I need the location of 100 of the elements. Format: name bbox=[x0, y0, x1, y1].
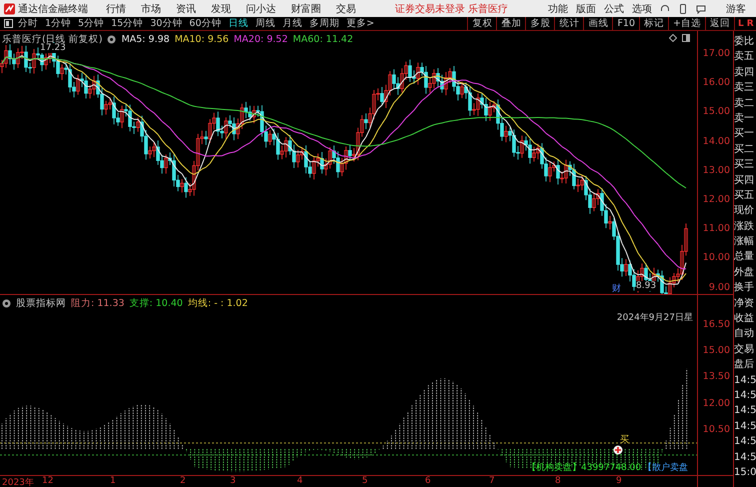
date-label: 2024年9月27日星 bbox=[616, 313, 693, 323]
menu-item[interactable]: 功能 bbox=[548, 2, 568, 16]
indicator-value: 支撑: 10.40 bbox=[129, 297, 183, 310]
indicator-tick: 12.00 bbox=[702, 398, 730, 409]
price-tick: 10.00 bbox=[702, 252, 730, 264]
menu-item[interactable]: 交易 bbox=[336, 2, 356, 16]
toolbar-button[interactable]: 叠加 bbox=[496, 16, 526, 30]
toolbar-button[interactable]: 标记 bbox=[639, 16, 668, 30]
ma-value: MA5: 9.98 bbox=[121, 34, 170, 45]
gear-icon[interactable] bbox=[107, 35, 116, 44]
phone-icon[interactable] bbox=[678, 4, 688, 14]
menu-item[interactable]: 发现 bbox=[211, 2, 231, 16]
quote-field-label: 买四 bbox=[734, 174, 755, 188]
period-tab[interactable]: 月线 bbox=[282, 17, 302, 30]
flow-label: 【散户卖盘 bbox=[643, 462, 688, 474]
time-axis-label: 2 bbox=[180, 476, 186, 486]
quote-field-label: 买三 bbox=[734, 158, 755, 172]
login-notice: 证券交易未登录 乐普医疗 bbox=[394, 2, 508, 16]
toolbar-button[interactable]: +自选 bbox=[668, 16, 705, 30]
toolbar-button[interactable]: 统计 bbox=[554, 16, 584, 30]
event-marker: 财 bbox=[612, 284, 621, 294]
price-tick: 12.00 bbox=[702, 194, 730, 205]
toolbar-button[interactable]: 复权 bbox=[467, 16, 496, 30]
time-axis-label: 7 bbox=[489, 476, 495, 486]
quote-field-label: 买五 bbox=[734, 188, 755, 203]
buy-marker: 买 bbox=[620, 435, 629, 445]
ma-value: MA10: 9.56 bbox=[174, 34, 229, 45]
corner-label: R bbox=[746, 18, 754, 28]
quote-field-label: 14:5 bbox=[734, 404, 756, 418]
menu-item[interactable]: 财富圈 bbox=[291, 2, 321, 16]
time-axis-label: 4 bbox=[297, 476, 303, 486]
indicator-tick: 16.50 bbox=[702, 319, 730, 330]
quote-field-label: 买一 bbox=[734, 127, 755, 142]
quote-field-label: 14:5 bbox=[734, 388, 756, 403]
toolbar-button[interactable]: 返回 bbox=[705, 16, 734, 30]
quote-field-label: 卖五 bbox=[734, 50, 755, 64]
period-tab[interactable]: 日线 bbox=[228, 17, 248, 30]
quote-field-label: 15:0 bbox=[734, 466, 756, 480]
indicator-tick: 13.50 bbox=[702, 371, 730, 382]
quote-field-label: 收益 bbox=[734, 312, 755, 326]
quote-field-label: 卖四 bbox=[734, 66, 755, 80]
period-tab[interactable]: 1分钟 bbox=[45, 17, 72, 30]
panel-icon[interactable] bbox=[682, 34, 690, 42]
menu-item[interactable]: 选项 bbox=[632, 2, 652, 16]
time-axis-label: 12 bbox=[42, 476, 54, 486]
menu-item[interactable]: 问小达 bbox=[246, 2, 276, 16]
time-axis-label: 1 bbox=[110, 476, 116, 486]
time-axis-label: 9 bbox=[616, 476, 622, 486]
quote-field-label: 总量 bbox=[734, 250, 755, 264]
ma-value: MA60: 11.42 bbox=[292, 34, 354, 45]
time-axis-label: 5 bbox=[362, 476, 368, 486]
time-axis-label: 3 bbox=[230, 476, 236, 486]
quote-field-label: 交易 bbox=[734, 342, 755, 357]
price-tick: 9.00 bbox=[708, 282, 730, 293]
price-tick: 16.00 bbox=[702, 77, 730, 88]
period-tab[interactable]: 5分钟 bbox=[78, 17, 104, 30]
indicator-name: 股票指标网 bbox=[16, 297, 66, 310]
headset-icon[interactable] bbox=[660, 4, 670, 14]
period-tab[interactable]: 多周期 bbox=[309, 17, 340, 30]
quote-field-label: 14:5 bbox=[734, 420, 756, 434]
quote-field-label: 涨幅 bbox=[734, 234, 755, 250]
time-axis-label: 6 bbox=[425, 476, 431, 486]
indicator-value: 阻力: 11.33 bbox=[71, 297, 124, 310]
toolbar-button[interactable]: 多股 bbox=[525, 16, 554, 30]
indicator-tick: 10.50 bbox=[702, 424, 730, 435]
gear-icon[interactable] bbox=[2, 299, 11, 308]
flow-label: 【机构卖盘】43997748.00 bbox=[527, 462, 642, 474]
period-tab[interactable]: 15分钟 bbox=[111, 17, 144, 30]
menu-item[interactable]: 资讯 bbox=[176, 2, 196, 16]
quote-field-label: 净资 bbox=[734, 296, 755, 311]
low-price-label: 8.93 bbox=[636, 281, 656, 291]
time-axis-label: 8 bbox=[555, 476, 561, 486]
price-tick: 17.00 bbox=[702, 48, 730, 59]
corner-label: L bbox=[738, 18, 744, 28]
toolbar-button[interactable]: 画线 bbox=[583, 16, 612, 30]
indicator-tick: 15.00 bbox=[702, 345, 730, 356]
price-tick: 14.00 bbox=[702, 136, 730, 147]
menu-item[interactable]: 公式 bbox=[604, 2, 624, 16]
period-tab[interactable]: 更多> bbox=[346, 17, 374, 30]
quote-field-label: 盘后 bbox=[734, 358, 755, 372]
buy-signal-icon bbox=[613, 445, 623, 455]
quote-field-label: 涨跌 bbox=[734, 220, 755, 234]
panel-toggle-icon[interactable] bbox=[4, 19, 13, 28]
quote-field-label: 现价 bbox=[734, 204, 755, 218]
app-title: 通达信金融终端 bbox=[18, 2, 88, 16]
menu-item[interactable]: 行情 bbox=[106, 2, 126, 16]
period-tab[interactable]: 分时 bbox=[18, 17, 38, 30]
period-tab[interactable]: 60分钟 bbox=[189, 17, 222, 30]
menu-item[interactable]: 市场 bbox=[141, 2, 161, 16]
logo-icon bbox=[4, 2, 15, 14]
quote-field-label: 买二 bbox=[734, 142, 755, 157]
menu-item[interactable]: 版面 bbox=[576, 2, 596, 16]
diamond-icon[interactable] bbox=[669, 34, 677, 42]
period-tab[interactable]: 30分钟 bbox=[150, 17, 182, 30]
toolbar-button[interactable]: F10 bbox=[612, 16, 640, 30]
period-tab[interactable]: 周线 bbox=[255, 17, 276, 30]
quote-field-label: 卖一 bbox=[734, 112, 755, 126]
quote-field-label: 14:5 bbox=[734, 374, 756, 388]
user-label[interactable]: 游客 bbox=[726, 2, 746, 16]
message-icon[interactable] bbox=[696, 4, 706, 14]
